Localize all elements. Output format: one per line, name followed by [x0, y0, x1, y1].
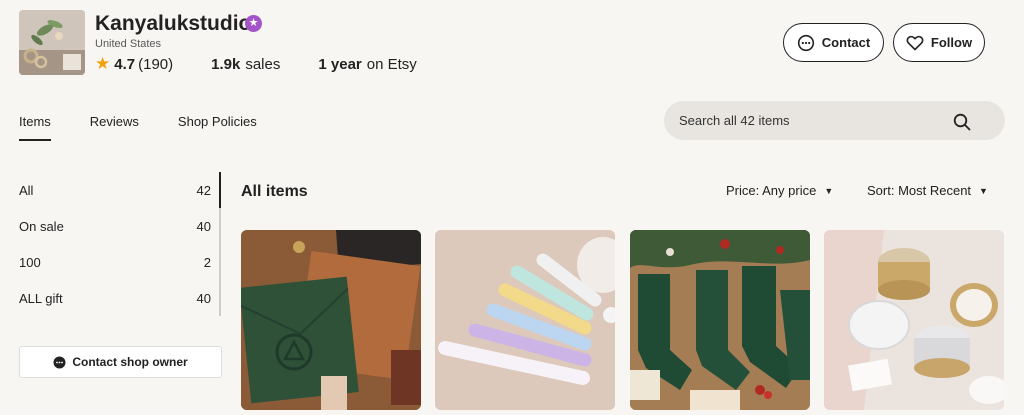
section-count: 40 [196, 218, 211, 234]
listing-card[interactable] [824, 230, 1004, 410]
section-label: All [19, 182, 34, 198]
listing-image-stockings [630, 230, 810, 410]
price-filter-label: Price: Any price [726, 183, 817, 198]
listing-card[interactable] [435, 230, 615, 410]
caret-down-icon: ▼ [824, 185, 834, 196]
search-placeholder: Search all 42 items [679, 113, 790, 128]
review-count[interactable]: (190) [138, 56, 173, 73]
listing-image-cosmetic-jars [824, 230, 1004, 410]
section-item-all-gift[interactable]: ALL gift 40 [19, 280, 222, 316]
shop-tabs: Items Reviews Shop Policies [19, 114, 296, 141]
tab-shop-policies[interactable]: Shop Policies [178, 114, 257, 129]
section-list-divider [219, 172, 221, 316]
chat-bubble-icon [53, 356, 66, 369]
section-list: All 42 On sale 40 100 2 ALL gift 40 [19, 172, 222, 316]
sort-filter-label: Sort: Most Recent [867, 183, 972, 198]
section-label: ALL gift [19, 290, 63, 306]
listing-card[interactable] [241, 230, 421, 410]
tab-reviews[interactable]: Reviews [90, 114, 139, 129]
section-count: 40 [196, 290, 211, 306]
rating-star-icon: ★ [95, 54, 111, 73]
years-label: on Etsy [366, 55, 417, 73]
section-item-on-sale[interactable]: On sale 40 [19, 208, 222, 244]
search-icon[interactable] [953, 113, 971, 134]
years-value: 1 year [318, 55, 362, 73]
shop-name: Kanyalukstudio [95, 12, 252, 35]
star-seller-icon[interactable]: ★ [245, 15, 262, 32]
shop-avatar[interactable] [19, 10, 85, 75]
price-filter-dropdown[interactable]: Price: Any price ▼ [726, 183, 833, 198]
follow-button[interactable]: Follow [893, 23, 985, 62]
shop-location: United States [95, 38, 162, 50]
contact-shop-owner-label: Contact shop owner [72, 355, 188, 369]
section-count: 42 [196, 182, 211, 198]
shop-stats: ★ 4.7 (190) 1.9k sales 1 year on Etsy [95, 54, 417, 74]
section-item-100[interactable]: 100 2 [19, 244, 222, 280]
active-section-indicator [219, 172, 221, 208]
heart-icon [906, 35, 924, 51]
listing-image-pens [435, 230, 615, 410]
sales-value: 1.9k [211, 55, 241, 73]
section-label: 100 [19, 254, 41, 270]
listing-title: All items [241, 183, 308, 200]
contact-button[interactable]: Contact [783, 23, 884, 62]
chat-bubble-icon [797, 34, 815, 52]
section-count: 2 [203, 254, 211, 270]
follow-button-label: Follow [930, 35, 973, 50]
caret-down-icon: ▼ [979, 185, 988, 196]
contact-shop-owner-button[interactable]: Contact shop owner [19, 346, 222, 378]
shop-rating: 4.7 [114, 55, 136, 73]
section-item-all[interactable]: All 42 [19, 172, 222, 208]
listing-image-leather-folders [241, 230, 421, 410]
contact-button-label: Contact [821, 35, 871, 50]
sales-label: sales [245, 55, 281, 73]
shop-avatar-image [19, 10, 85, 75]
listing-card[interactable] [630, 230, 810, 410]
section-label: On sale [19, 218, 64, 234]
tab-items[interactable]: Items [19, 114, 51, 141]
sort-dropdown[interactable]: Sort: Most Recent ▼ [867, 183, 988, 198]
search-input[interactable]: Search all 42 items [664, 101, 1005, 140]
